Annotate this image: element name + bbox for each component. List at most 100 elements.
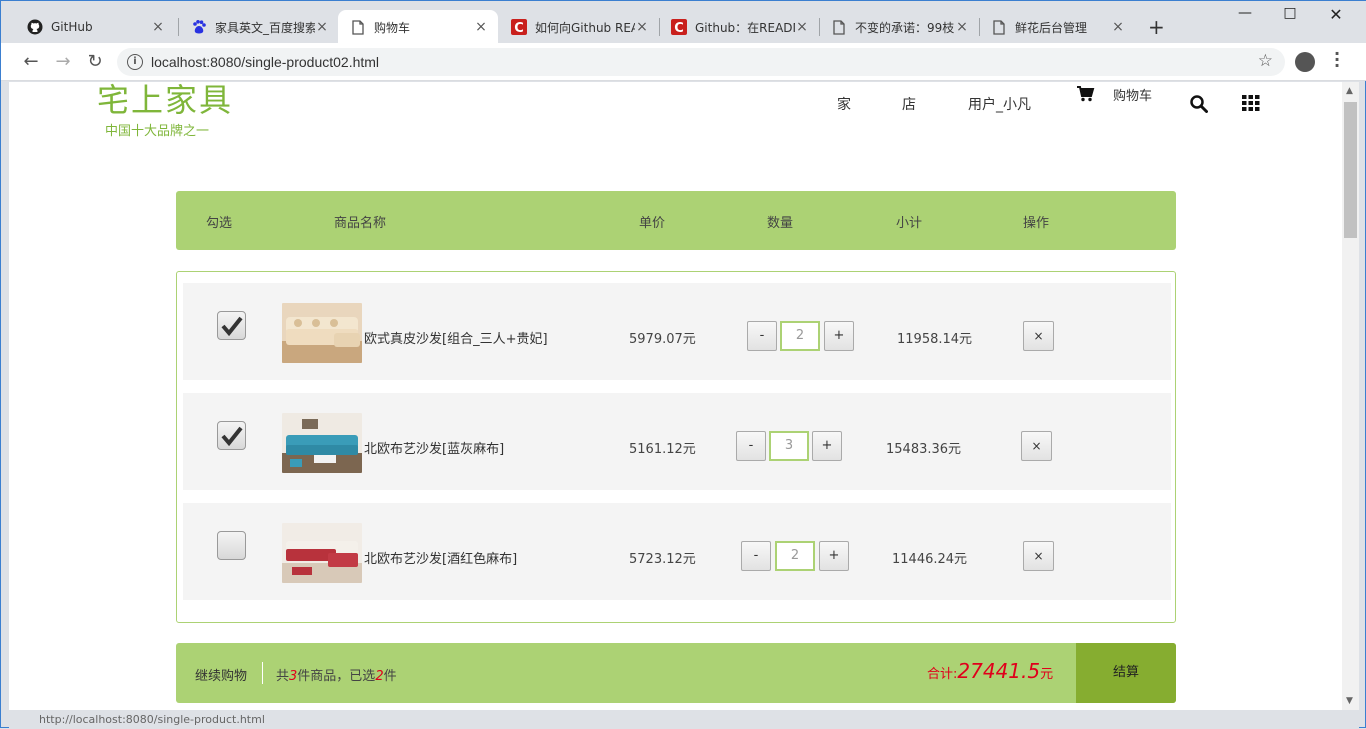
product-thumbnail[interactable] <box>282 303 362 363</box>
count-suffix: 件 <box>383 669 397 684</box>
page-icon <box>350 19 366 35</box>
quantity-decrease-button[interactable]: - <box>736 431 766 461</box>
close-window-icon[interactable]: ✕ <box>1313 5 1359 24</box>
quantity-increase-button[interactable]: + <box>812 431 842 461</box>
back-icon[interactable]: ← <box>20 51 42 73</box>
minimize-icon[interactable]: — <box>1222 5 1268 21</box>
tab-strip: GitHub × 家具英文_百度搜索 × 购物车 × C 如何向Github R… <box>1 1 1366 44</box>
page-icon <box>831 19 847 35</box>
header-unit-price: 单价 <box>639 216 666 231</box>
tab-title: 购物车 <box>374 20 411 35</box>
scroll-up-icon[interactable]: ▲ <box>1346 86 1353 96</box>
cart-table-header: 勾选 商品名称 单价 数量 小计 操作 <box>176 191 1176 250</box>
profile-avatar-icon[interactable] <box>1295 52 1315 72</box>
tab-close-icon[interactable]: × <box>1111 19 1125 35</box>
page-scrollbar[interactable]: ▲ ▼ <box>1342 82 1359 710</box>
browser-window: GitHub × 家具英文_百度搜索 × 购物车 × C 如何向Github R… <box>0 0 1366 729</box>
checkout-button[interactable]: 结算 <box>1076 643 1176 703</box>
cart-icon[interactable] <box>1077 86 1095 102</box>
tab-title: 如何向Github README <box>535 20 635 35</box>
github-icon <box>27 19 43 35</box>
site-logo[interactable]: 宅上家具 中国十大品牌之一 <box>97 82 233 139</box>
quantity-decrease-button[interactable]: - <box>747 321 777 351</box>
count-prefix: 共 <box>276 669 290 684</box>
tab-title: 不变的承诺：99枝 <box>855 20 955 35</box>
page-icon <box>991 19 1007 35</box>
nav-cart[interactable]: 购物车 <box>1113 85 1152 104</box>
address-bar[interactable]: i localhost:8080/single-product02.html ☆ <box>117 48 1285 76</box>
quantity-input[interactable]: 2 <box>780 321 820 351</box>
unit-price: 5979.07元 <box>629 332 696 347</box>
item-count-summary: 共3件商品，已选2件 <box>276 665 397 684</box>
tab-github[interactable]: GitHub × <box>15 10 175 44</box>
item-checkbox[interactable] <box>217 421 246 450</box>
site-info-icon[interactable]: i <box>127 54 143 70</box>
tab-close-icon[interactable]: × <box>635 19 649 35</box>
cart-item-row: 北欧布艺沙发[蓝灰麻布] 5161.12元 - 3 + 15483.36元 × <box>183 393 1171 490</box>
tab-close-icon[interactable]: × <box>315 19 329 35</box>
item-subtotal: 15483.36元 <box>886 442 962 457</box>
grid-menu-icon[interactable] <box>1242 95 1260 111</box>
quantity-increase-button[interactable]: + <box>819 541 849 571</box>
quantity-input[interactable]: 2 <box>775 541 815 571</box>
item-checkbox[interactable] <box>217 311 246 340</box>
item-subtotal: 11958.14元 <box>897 332 973 347</box>
csdn-icon: C <box>511 19 527 35</box>
cart-item-row: 北欧布艺沙发[酒红色麻布] 5723.12元 - 2 + 11446.24元 × <box>183 503 1171 600</box>
tab-close-icon[interactable]: × <box>474 19 488 35</box>
page-viewport: 宅上家具 中国十大品牌之一 家 店 用户_小凡 购物车 勾选 商品名称 单价 数… <box>9 82 1342 710</box>
baidu-icon <box>191 19 207 35</box>
tab-cart[interactable]: 购物车 × <box>338 10 498 44</box>
bookmark-star-icon[interactable]: ☆ <box>1258 51 1273 71</box>
delete-item-button[interactable]: × <box>1021 431 1052 461</box>
tab-flower-admin[interactable]: 鲜花后台管理 × <box>979 10 1135 44</box>
product-name[interactable]: 北欧布艺沙发[酒红色麻布] <box>364 548 517 567</box>
svg-text:C: C <box>674 21 684 35</box>
product-thumbnail[interactable] <box>282 523 362 583</box>
browser-menu-icon[interactable]: · · · <box>1331 46 1343 74</box>
total-value: 27441.5 <box>957 659 1041 683</box>
total-unit: 元 <box>1040 667 1054 682</box>
delete-item-button[interactable]: × <box>1023 321 1054 351</box>
svg-text:C: C <box>514 21 524 35</box>
maximize-icon[interactable]: □ <box>1267 5 1313 21</box>
quantity-decrease-button[interactable]: - <box>741 541 771 571</box>
url-text[interactable]: localhost:8080/single-product02.html <box>151 54 379 70</box>
scroll-down-icon[interactable]: ▼ <box>1346 696 1353 706</box>
nav-home[interactable]: 家 <box>837 94 851 114</box>
tab-baidu[interactable]: 家具英文_百度搜索 × <box>179 10 339 44</box>
tab-csdn-1[interactable]: C 如何向Github README × <box>499 10 659 44</box>
checkmark-icon <box>220 426 243 446</box>
continue-shopping-link[interactable]: 继续购物 <box>195 665 247 684</box>
logo-sub-text: 中国十大品牌之一 <box>105 124 210 139</box>
tab-csdn-2[interactable]: C Github：在README × <box>659 10 819 44</box>
tab-close-icon[interactable]: × <box>955 19 969 35</box>
total-price: 合计:27441.5元 <box>927 659 1053 683</box>
scrollbar-thumb[interactable] <box>1344 102 1357 238</box>
total-label: 合计: <box>927 667 958 682</box>
new-tab-button[interactable]: + <box>1148 15 1165 39</box>
reload-icon[interactable]: ↻ <box>84 51 106 73</box>
forward-icon[interactable]: → <box>52 51 74 73</box>
product-name[interactable]: 欧式真皮沙发[组合_三人+贵妃] <box>364 328 548 347</box>
header-actions: 操作 <box>1023 216 1050 231</box>
tab-title: 鲜花后台管理 <box>1015 20 1088 35</box>
tab-page-99[interactable]: 不变的承诺：99枝 × <box>819 10 979 44</box>
nav-shop[interactable]: 店 <box>902 94 916 114</box>
tab-close-icon[interactable]: × <box>151 19 165 35</box>
unit-price: 5723.12元 <box>629 552 696 567</box>
nav-user[interactable]: 用户_小凡 <box>968 94 1031 114</box>
cart-summary-bar: 继续购物 共3件商品，已选2件 合计:27441.5元 结算 <box>176 643 1176 703</box>
search-icon[interactable] <box>1190 95 1208 113</box>
product-thumbnail[interactable] <box>282 413 362 473</box>
footer-divider <box>262 662 263 684</box>
tab-title: GitHub <box>51 20 93 34</box>
product-name[interactable]: 北欧布艺沙发[蓝灰麻布] <box>364 438 504 457</box>
quantity-increase-button[interactable]: + <box>824 321 854 351</box>
item-checkbox[interactable] <box>217 531 246 560</box>
tab-close-icon[interactable]: × <box>795 19 809 35</box>
quantity-input[interactable]: 3 <box>769 431 809 461</box>
delete-item-button[interactable]: × <box>1023 541 1054 571</box>
status-bar: http://localhost:8080/single-product.htm… <box>9 710 1359 729</box>
header-subtotal: 小计 <box>896 216 923 231</box>
